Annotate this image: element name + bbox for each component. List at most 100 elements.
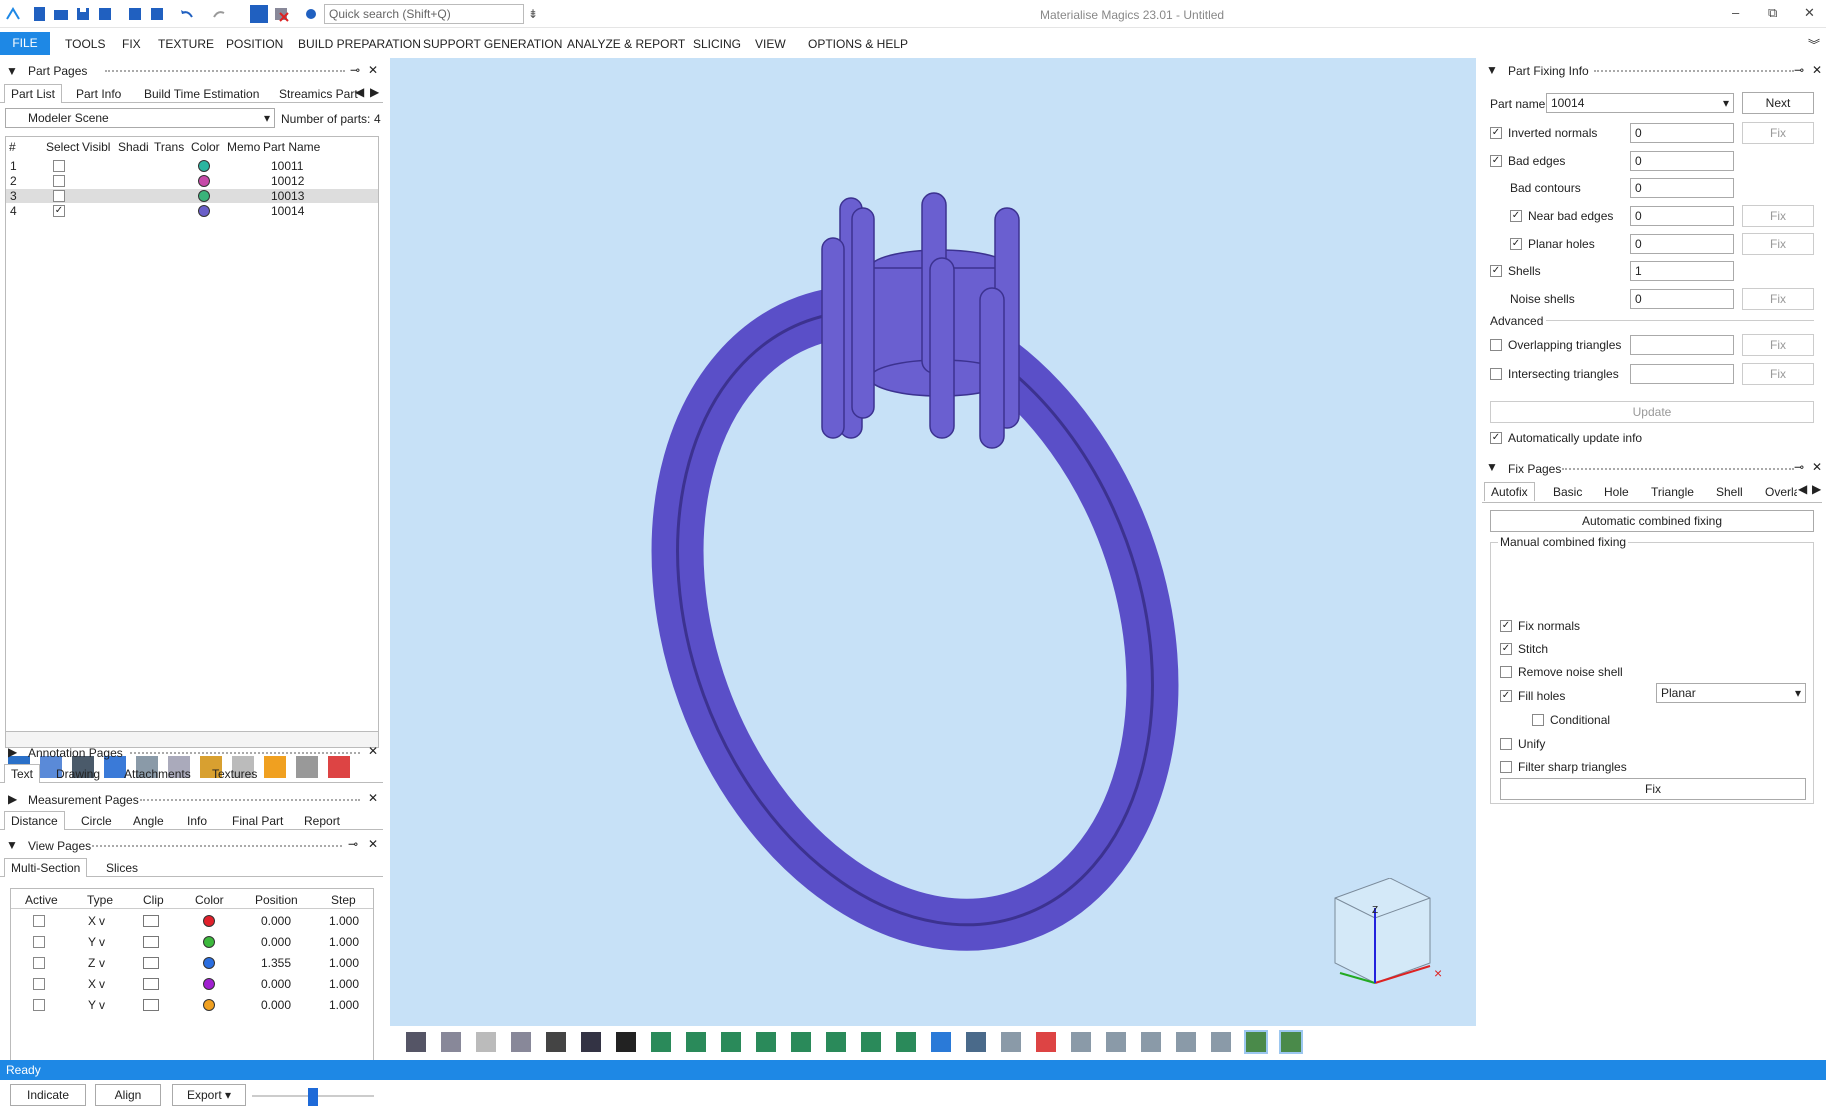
section-active-checkbox[interactable]: [33, 978, 45, 990]
fix-option-checkbox[interactable]: [1500, 666, 1512, 678]
new-file-icon[interactable]: [30, 5, 48, 23]
fill-holes-mode-select[interactable]: Planar ▾: [1656, 683, 1806, 703]
menu-options-help[interactable]: OPTIONS & HELP: [808, 37, 908, 51]
section-active-checkbox[interactable]: [33, 999, 45, 1011]
tab-multi-section[interactable]: Multi-Section: [4, 858, 88, 877]
import-icon[interactable]: [126, 5, 144, 23]
col-memo[interactable]: Memo: [227, 140, 260, 154]
fix-row-fix-button[interactable]: Fix: [1742, 122, 1814, 144]
row-color-swatch[interactable]: [198, 175, 210, 187]
tab-textures[interactable]: Textures: [212, 767, 257, 781]
close-fix-pages-icon[interactable]: ✕: [1812, 460, 1822, 474]
table-row[interactable]: 3 10013: [6, 189, 378, 203]
fix-row-fix-button[interactable]: Fix: [1742, 205, 1814, 227]
table-row[interactable]: 2 10012: [6, 174, 378, 188]
label-icon[interactable]: [264, 756, 286, 778]
section-row[interactable]: Xv 0.000 1.000: [11, 974, 373, 994]
tab-drawing[interactable]: Drawing: [56, 767, 100, 781]
triangle-grow-icon[interactable]: [1071, 1032, 1091, 1052]
tab-slices[interactable]: Slices: [106, 861, 138, 875]
view-cube-icon[interactable]: [546, 1032, 566, 1052]
section-step[interactable]: 1.000: [329, 998, 359, 1012]
slider-thumb[interactable]: [308, 1088, 318, 1106]
collapse-icon[interactable]: ▼: [1486, 63, 1498, 77]
menu-view[interactable]: VIEW: [755, 37, 786, 51]
automatic-combined-fixing-button[interactable]: Automatic combined fixing: [1490, 510, 1814, 532]
material-icon[interactable]: [296, 756, 318, 778]
section-position[interactable]: 0.000: [261, 914, 291, 928]
section-step[interactable]: 1.000: [329, 956, 359, 970]
section-row[interactable]: Yv 0.000 1.000: [11, 932, 373, 952]
col-num[interactable]: #: [9, 140, 16, 154]
expand-icon[interactable]: ▶: [8, 792, 17, 806]
fix-row-checkbox[interactable]: ✓: [1510, 238, 1522, 250]
menu-build-preparation[interactable]: BUILD PREPARATION: [298, 37, 421, 51]
section-color-swatch[interactable]: [203, 936, 215, 948]
fix-row-checkbox[interactable]: ✓: [1490, 127, 1502, 139]
delete-scene-icon[interactable]: [272, 5, 290, 23]
open-file-icon[interactable]: [52, 5, 70, 23]
tab-attachments[interactable]: Attachments: [124, 767, 191, 781]
tab-autofix[interactable]: Autofix: [1484, 482, 1535, 501]
menu-file[interactable]: FILE: [0, 32, 50, 55]
fix-row-fix-button[interactable]: Fix: [1742, 233, 1814, 255]
section-type[interactable]: Z: [88, 956, 95, 970]
part-name-select[interactable]: 10014 ▾: [1546, 93, 1734, 113]
clip-icon[interactable]: [143, 978, 159, 990]
tab-triangle[interactable]: Triangle: [1651, 485, 1694, 499]
row-color-swatch[interactable]: [198, 190, 210, 202]
triangle-delete-icon[interactable]: [1036, 1032, 1056, 1052]
fix-row-checkbox[interactable]: ✓: [1490, 155, 1502, 167]
fix-option-checkbox[interactable]: [1500, 738, 1512, 750]
tab-scroll-right-icon[interactable]: ▶: [370, 85, 379, 99]
section-active-checkbox[interactable]: [33, 936, 45, 948]
mesh-edge-icon[interactable]: [1279, 1030, 1303, 1054]
collapse-icon[interactable]: ▼: [1486, 460, 1498, 474]
quick-search-input[interactable]: Quick search (Shift+Q): [324, 4, 524, 24]
quick-search-dropdown-icon[interactable]: ⇟: [528, 7, 538, 21]
fix-row-checkbox[interactable]: ✓: [1490, 265, 1502, 277]
tab-circle[interactable]: Circle: [81, 814, 112, 828]
fix-option-checkbox[interactable]: [1500, 761, 1512, 773]
triangle-shell-icon[interactable]: [1106, 1032, 1126, 1052]
intersecting-checkbox[interactable]: [1490, 368, 1502, 380]
section-row[interactable]: Yv 0.000 1.000: [11, 995, 373, 1015]
rotate-icon[interactable]: [686, 1032, 706, 1052]
list-settings-icon[interactable]: [328, 756, 350, 778]
section-position[interactable]: 1.355: [261, 956, 291, 970]
menu-analyze-report[interactable]: ANALYZE & REPORT: [567, 37, 685, 51]
close-annotation-icon[interactable]: ✕: [368, 744, 378, 758]
col-color[interactable]: Color: [191, 140, 220, 154]
row-color-swatch[interactable]: [198, 205, 210, 217]
zoom-fit-icon[interactable]: [511, 1032, 531, 1052]
auto-update-checkbox[interactable]: ✓: [1490, 432, 1502, 444]
ring-model[interactable]: [390, 58, 1476, 1026]
close-measurement-icon[interactable]: ✕: [368, 791, 378, 805]
mesh-view-icon[interactable]: [1244, 1030, 1268, 1054]
section-position[interactable]: 0.000: [261, 935, 291, 949]
section-step[interactable]: 1.000: [329, 914, 359, 928]
section-position[interactable]: 0.000: [261, 977, 291, 991]
tab-build-time[interactable]: Build Time Estimation: [144, 87, 259, 101]
tab-distance[interactable]: Distance: [4, 811, 65, 830]
tab-part-list[interactable]: Part List: [4, 84, 63, 103]
tab-basic[interactable]: Basic: [1553, 485, 1582, 499]
section-row[interactable]: Zv 1.355 1.000: [11, 953, 373, 973]
pin-icon[interactable]: ⊸: [348, 837, 358, 851]
rotate-free-icon[interactable]: [721, 1032, 741, 1052]
search-settings-icon[interactable]: [302, 5, 320, 23]
fix-button[interactable]: Fix: [1500, 778, 1806, 800]
menu-slicing[interactable]: SLICING: [693, 37, 741, 51]
horizontal-scrollbar[interactable]: [6, 731, 378, 747]
tab-streamics[interactable]: Streamics Part: [279, 87, 358, 101]
tab-angle[interactable]: Angle: [133, 814, 164, 828]
table-row[interactable]: 4 ✓ 10014: [6, 204, 378, 218]
menu-position[interactable]: POSITION: [226, 37, 283, 51]
orientation-cube[interactable]: Z ×: [1320, 877, 1450, 1001]
view-box-icon[interactable]: [581, 1032, 601, 1052]
triangle-plane-icon[interactable]: [1141, 1032, 1161, 1052]
export-dropdown[interactable]: Export ▾: [172, 1084, 246, 1106]
fix-option-checkbox[interactable]: ✓: [1500, 643, 1512, 655]
section-color-swatch[interactable]: [203, 915, 215, 927]
section-row[interactable]: Xv 0.000 1.000: [11, 911, 373, 931]
